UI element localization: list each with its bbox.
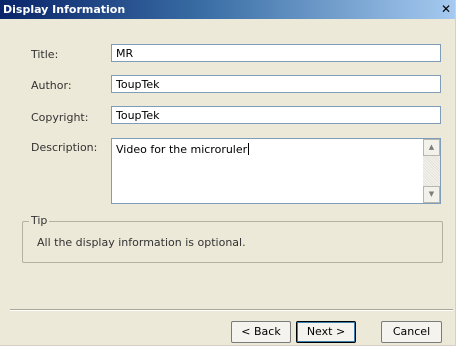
tip-legend: Tip [29,214,50,227]
description-scrollbar[interactable]: ▲ ▼ [423,139,440,203]
tip-groupbox: Tip All the display information is optio… [22,214,443,263]
close-icon[interactable]: ✕ [439,2,453,16]
description-textarea[interactable]: Video for the microruler ▲ ▼ [111,138,441,204]
copyright-label: Copyright: [31,111,89,124]
window-title: Display Information [3,3,126,16]
title-label: Title: [31,48,59,61]
description-label: Description: [31,141,98,154]
title-bar[interactable]: Display Information [0,0,455,19]
title-input[interactable]: MR [111,44,441,62]
tip-text: All the display information is optional. [37,236,246,249]
next-button[interactable]: Next > [296,321,356,343]
footer-divider [10,309,453,311]
text-caret [248,143,250,155]
description-text: Video for the microruler [116,143,250,156]
copyright-input[interactable]: ToupTek [111,106,441,124]
author-input[interactable]: ToupTek [111,75,441,93]
back-button[interactable]: < Back [231,321,291,343]
scroll-down-arrow-icon[interactable]: ▼ [423,186,440,203]
author-label: Author: [31,79,72,92]
cancel-button[interactable]: Cancel [381,321,442,343]
display-information-dialog: Display Information ✕ Title: MR Author: … [0,0,456,346]
scroll-up-arrow-icon[interactable]: ▲ [423,139,440,156]
